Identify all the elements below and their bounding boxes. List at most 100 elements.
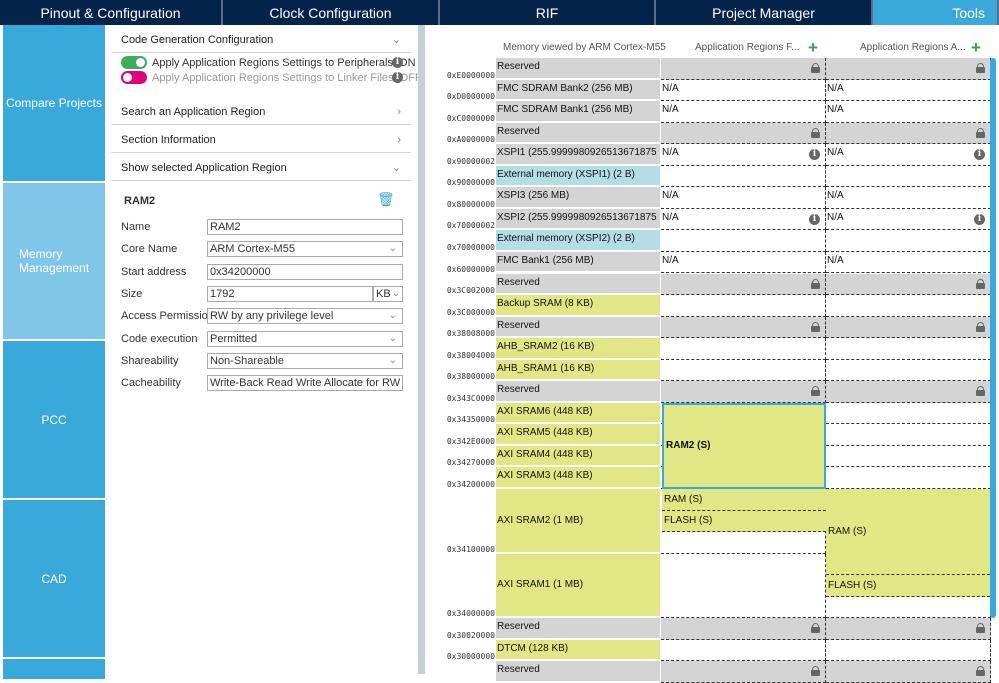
region-cell[interactable]: N/A i [826,208,991,231]
region-cell[interactable] [661,381,826,403]
info-icon[interactable]: i [809,213,820,225]
region-cell[interactable] [661,316,826,339]
info-icon[interactable]: i [974,149,985,161]
region-cell[interactable] [661,165,826,188]
region-ram[interactable]: RAM (S) [826,489,990,576]
region-cell[interactable]: N/A [826,187,991,209]
memory-block[interactable]: Backup SRAM (8 KB) [496,295,660,317]
nav-more[interactable] [3,659,105,679]
show-selected-region-section[interactable]: Show selected Application Region ⌄ [111,155,411,181]
nav-cad[interactable]: CAD [3,500,105,657]
region-cell[interactable] [826,639,991,662]
toggle-linker[interactable] [121,71,147,84]
memory-block[interactable]: Reserved [496,316,660,339]
tab-clock[interactable]: Clock Configuration [223,0,440,25]
memory-block[interactable]: AXI SRAM1 (1 MB) [496,553,660,619]
region-cell[interactable] [826,338,991,360]
code-execution-select[interactable]: Permitted ⌄ [207,330,403,347]
size-input[interactable]: 1792 [207,285,373,302]
access-permission-select[interactable]: RW by any privilege level ⌄ [207,308,403,325]
cacheability-select[interactable]: Write-Back Read Write Allocate for RW ..… [207,375,403,392]
memory-block[interactable]: Reserved [496,273,660,296]
memory-block[interactable]: XSPI3 (256 MB) [496,187,660,209]
toggle-peripherals[interactable] [121,56,147,69]
memory-block[interactable]: Reserved [496,661,660,683]
info-icon[interactable]: i [974,213,985,225]
region-cell[interactable] [826,424,991,446]
memory-block[interactable]: Reserved [496,618,660,640]
region-cell[interactable] [661,639,826,662]
tab-tools[interactable]: Tools [873,0,999,25]
memory-block[interactable]: DTCM (128 KB) [496,639,660,662]
nav-pcc[interactable]: PCC [3,341,105,498]
add-region-icon[interactable]: + [971,38,981,58]
region-cell[interactable] [826,230,991,252]
nav-memory-management[interactable]: Memory Management [3,183,105,339]
region-cell[interactable] [661,661,826,683]
region-cell[interactable]: N/A [661,79,826,102]
region-cell[interactable] [826,467,991,489]
search-region-section[interactable]: Search an Application Region › [111,99,411,125]
memory-block[interactable]: External memory (XSPI1) (2 B) [496,165,660,188]
nav-compare-projects[interactable]: Compare Projects [3,25,105,181]
memory-block[interactable]: XSPI1 (255.9999980926513671875 MB) [496,144,660,166]
region-cell[interactable] [661,553,826,619]
region-cell[interactable] [826,316,991,339]
region-cell[interactable]: N/A i [661,208,826,231]
region-cell[interactable] [661,122,826,145]
memory-block[interactable]: AHB_SRAM2 (16 KB) [496,338,660,360]
region-cell[interactable] [826,618,991,640]
info-icon[interactable]: i [392,72,403,83]
memory-block[interactable]: AXI SRAM2 (1 MB) [496,489,660,554]
start-address-input[interactable]: 0x34200000 [207,263,403,280]
region-cell[interactable] [826,359,991,382]
region-cell[interactable] [661,618,826,640]
info-icon[interactable]: i [809,149,820,161]
memory-block[interactable]: Reserved [496,381,660,403]
shareability-select[interactable]: Non-Shareable ⌄ [207,352,403,369]
tab-project-manager[interactable]: Project Manager [656,0,873,25]
tab-rif[interactable]: RIF [440,0,656,25]
region-cell[interactable] [661,273,826,296]
region-cell[interactable] [826,58,991,80]
region-cell[interactable]: N/A [661,251,826,274]
memory-block[interactable]: AXI SRAM6 (448 KB) [496,402,660,425]
region-cell[interactable] [661,359,826,382]
trash-icon[interactable]: 🗑 [377,191,395,208]
region-cell[interactable]: N/A [661,101,826,123]
region-cell[interactable]: N/A i [826,144,991,166]
region-cell[interactable]: N/A [661,187,826,209]
region-cell[interactable] [661,58,826,80]
memory-block[interactable]: AXI SRAM4 (448 KB) [496,445,660,468]
memory-block[interactable]: AXI SRAM5 (448 KB) [496,424,660,446]
code-generation-section[interactable]: Code Generation Configuration ⌄ [111,27,411,53]
region-ram2[interactable]: RAM2 (S) [662,402,826,489]
region-cell[interactable] [826,381,991,403]
tab-pinout[interactable]: Pinout & Configuration [0,0,223,25]
region-cell[interactable] [826,165,991,188]
memory-block[interactable]: AHB_SRAM1 (16 KB) [496,359,660,382]
add-region-icon[interactable]: + [808,38,818,58]
region-cell[interactable]: N/A [826,79,991,102]
region-cell[interactable] [826,661,991,683]
memory-block[interactable]: XSPI2 (255.9999980926513671875 MB) [496,208,660,231]
section-information[interactable]: Section Information › [111,127,411,153]
memory-block[interactable]: External memory (XSPI2) (2 B) [496,230,660,252]
memory-block[interactable]: FMC SDRAM Bank2 (256 MB) [496,79,660,102]
region-cell[interactable] [826,122,991,145]
panel-splitter[interactable] [418,25,425,674]
memory-block[interactable]: FMC Bank1 (256 MB) [496,251,660,274]
region-cell[interactable] [826,402,991,425]
scrollbar[interactable] [990,58,996,618]
core-name-select[interactable]: ARM Cortex-M55 ⌄ [207,241,403,258]
memory-block[interactable]: AXI SRAM3 (448 KB) [496,467,660,489]
info-icon[interactable]: i [392,57,403,68]
region-cell[interactable]: N/A [826,251,991,274]
region-cell[interactable] [826,273,991,296]
size-unit-select[interactable]: KB ⌄ [373,285,403,302]
region-cell[interactable] [661,338,826,360]
memory-block[interactable]: Reserved [496,58,660,80]
region-flash[interactable]: FLASH (S) [826,575,990,597]
region-flash[interactable]: FLASH (S) [662,510,826,533]
region-cell[interactable] [826,295,991,317]
